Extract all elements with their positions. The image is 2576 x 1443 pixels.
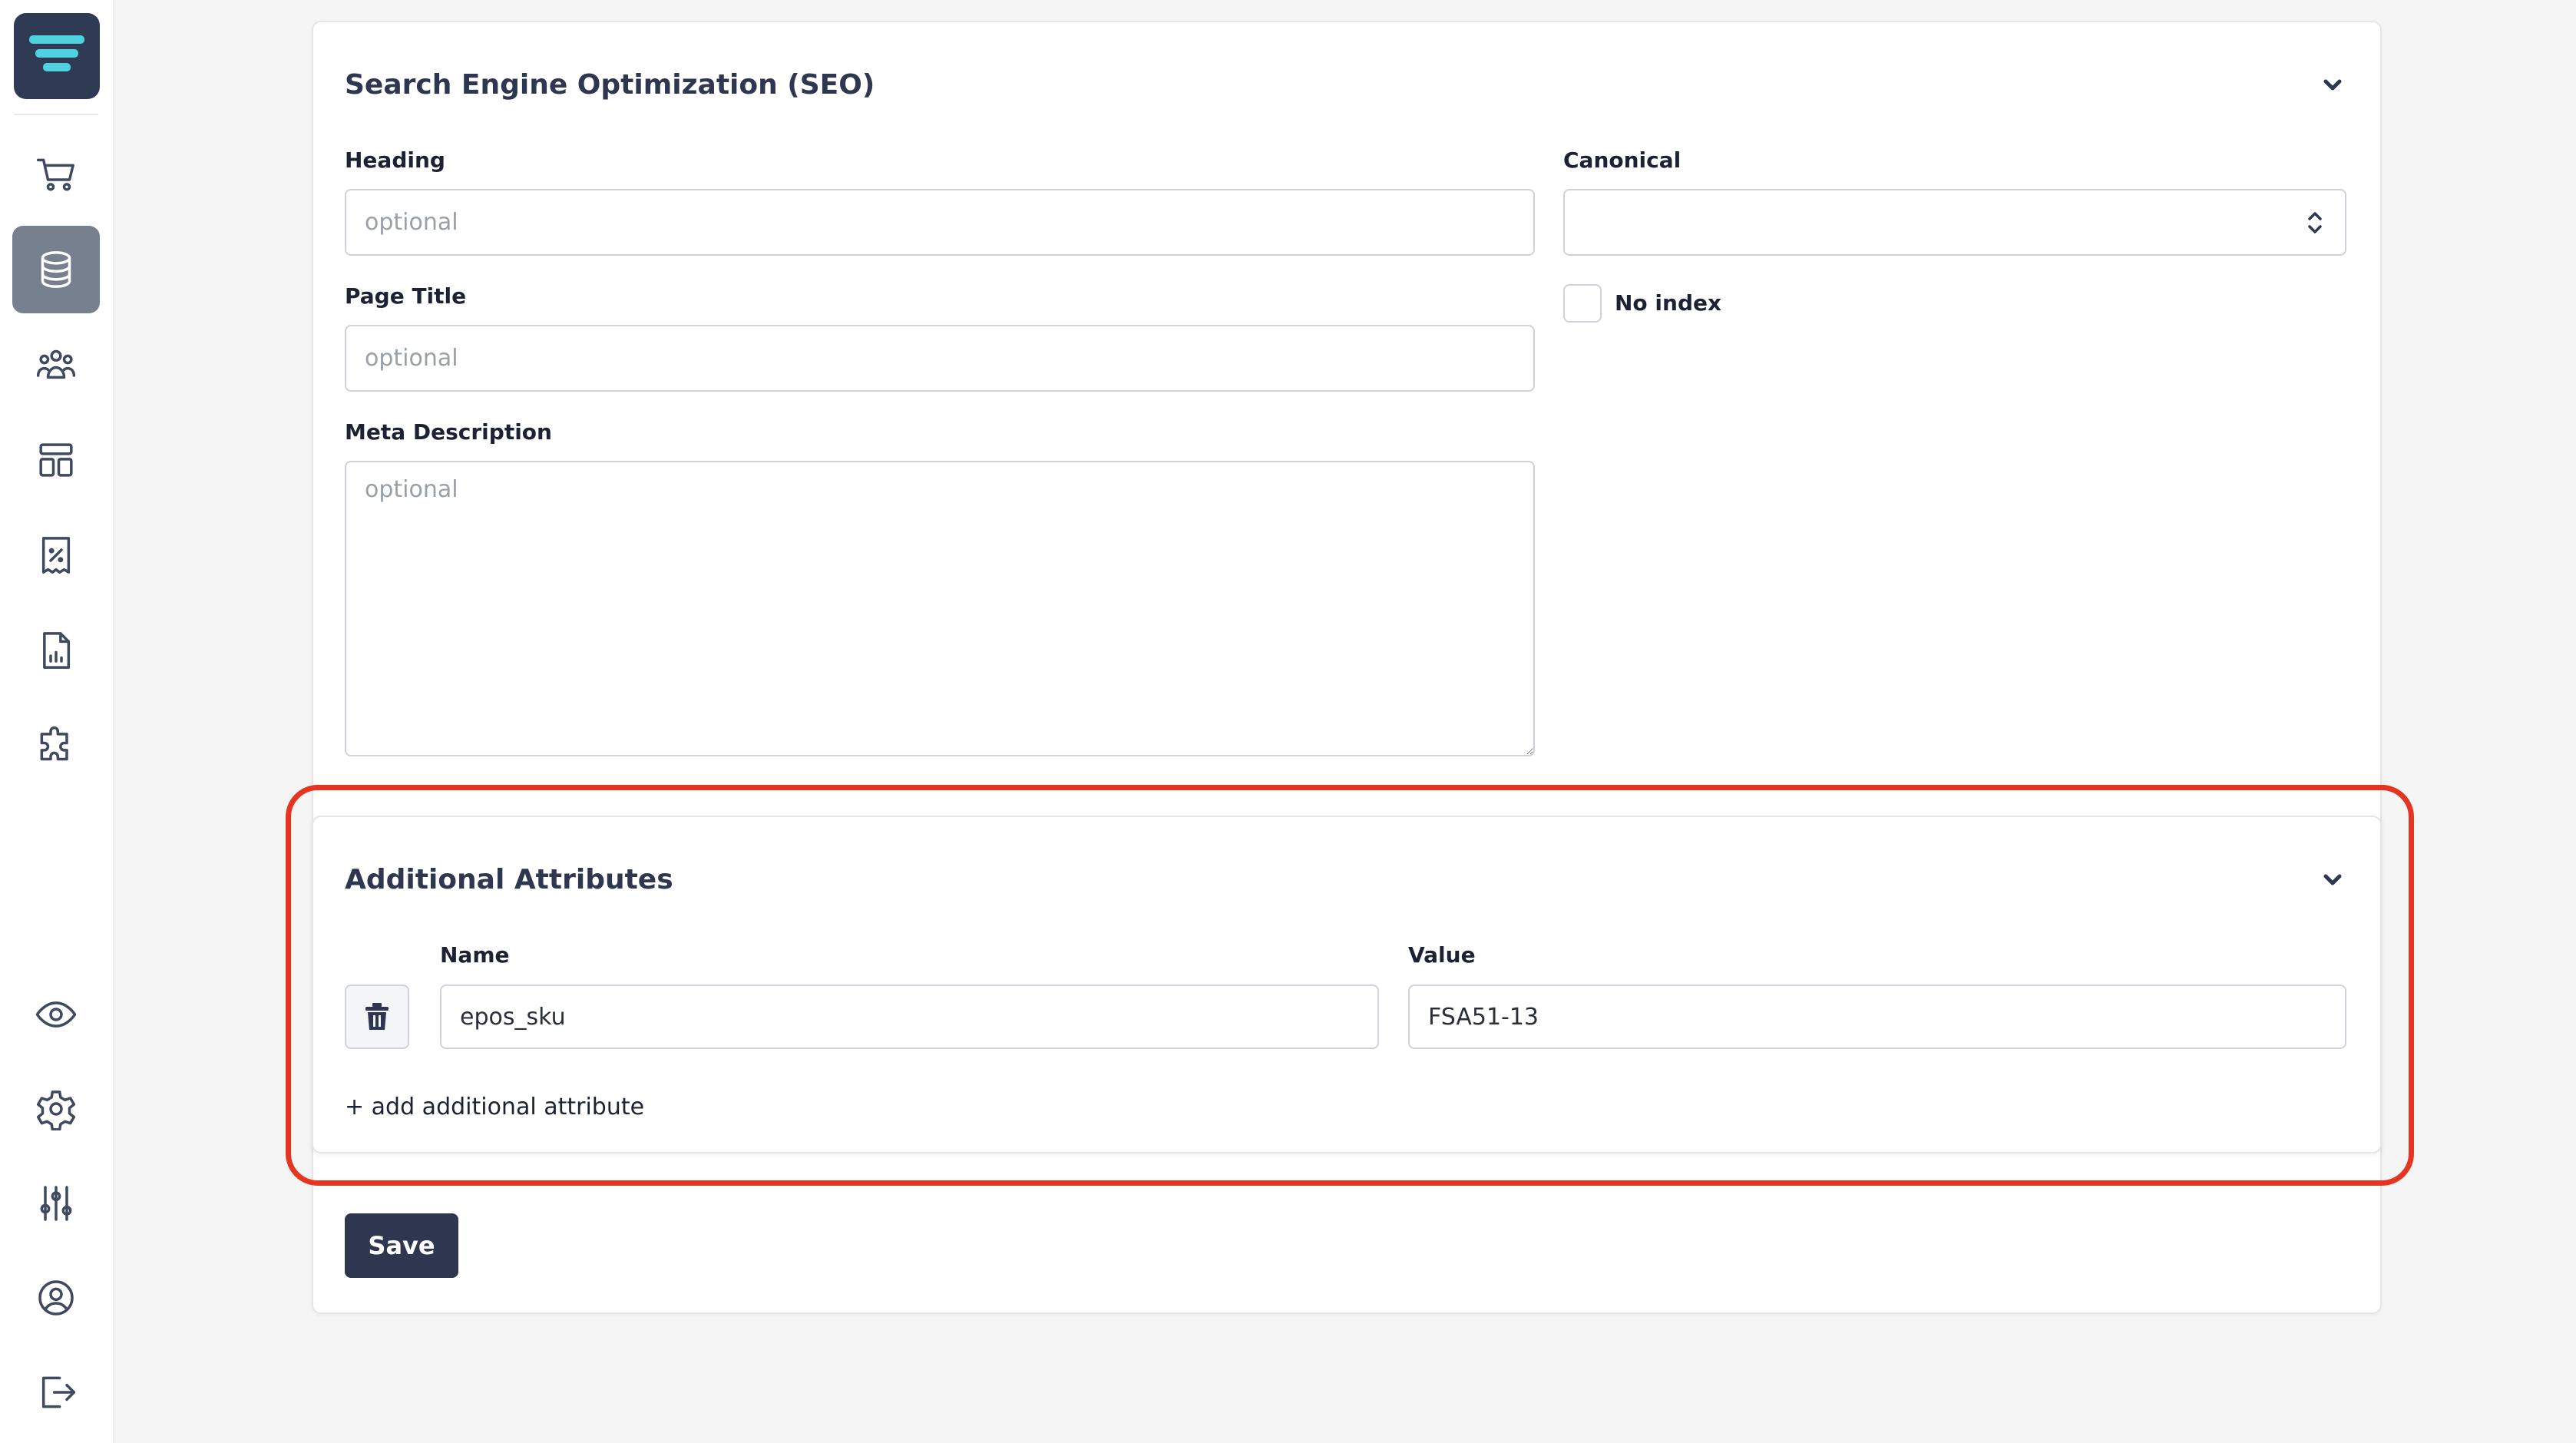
sidebar-item-reports[interactable]	[12, 607, 100, 694]
cart-icon	[36, 158, 74, 191]
user-circle-icon	[38, 1280, 74, 1316]
eye-icon	[35, 1001, 77, 1028]
seo-collapse-toggle[interactable]	[2320, 72, 2346, 98]
select-arrows-icon	[2308, 211, 2322, 233]
sliders-icon	[40, 1186, 72, 1221]
chevron-down-icon	[2323, 79, 2342, 91]
canonical-select[interactable]	[1563, 189, 2346, 256]
receipt-percent-icon	[41, 537, 71, 574]
puzzle-icon	[40, 726, 68, 761]
attribute-value-input[interactable]	[1408, 985, 2346, 1049]
sidebar-divider	[14, 114, 98, 115]
brand-logo-icon[interactable]	[14, 13, 100, 99]
sidebar-item-users[interactable]	[12, 321, 100, 409]
sidebar-item-cart[interactable]	[12, 131, 100, 218]
seo-section-title: Search Engine Optimization (SEO)	[345, 69, 875, 101]
additional-attributes-collapse-toggle[interactable]	[2320, 867, 2346, 893]
heading-label: Heading	[345, 147, 445, 173]
save-button[interactable]: Save	[345, 1213, 458, 1278]
sidebar	[0, 0, 114, 1443]
sidebar-item-preview[interactable]	[12, 971, 100, 1058]
delete-attribute-button[interactable]	[345, 985, 409, 1049]
database-icon	[41, 251, 71, 288]
meta-description-textarea[interactable]	[345, 461, 1535, 756]
sidebar-item-database[interactable]	[12, 226, 100, 313]
sidebar-item-layout[interactable]	[12, 416, 100, 504]
layout-icon	[39, 443, 73, 477]
no-index-label[interactable]: No index	[1615, 290, 1721, 316]
page-title-label: Page Title	[345, 283, 467, 309]
logout-icon	[41, 1376, 76, 1408]
trash-icon	[365, 1003, 389, 1030]
add-attribute-link[interactable]: + add additional attribute	[345, 1094, 644, 1120]
meta-description-label: Meta Description	[345, 419, 552, 445]
canonical-label: Canonical	[1563, 147, 1682, 173]
attribute-value-label: Value	[1408, 942, 1476, 968]
attribute-name-input[interactable]	[440, 985, 1379, 1049]
chevron-down-icon	[2323, 874, 2342, 885]
heading-input[interactable]	[345, 189, 1535, 256]
document-chart-icon	[43, 632, 71, 669]
sidebar-item-logout[interactable]	[12, 1349, 100, 1436]
sidebar-item-extensions[interactable]	[12, 702, 100, 789]
gear-icon	[36, 1091, 76, 1130]
page-title-input[interactable]	[345, 325, 1535, 392]
attribute-name-label: Name	[440, 942, 510, 968]
sidebar-item-discounts[interactable]	[12, 511, 100, 599]
sidebar-item-preferences[interactable]	[12, 1160, 100, 1247]
additional-attributes-title: Additional Attributes	[345, 864, 673, 895]
sidebar-item-account[interactable]	[12, 1254, 100, 1342]
no-index-checkbox[interactable]	[1563, 284, 1602, 323]
users-icon	[36, 349, 76, 379]
sidebar-item-settings[interactable]	[12, 1065, 100, 1153]
